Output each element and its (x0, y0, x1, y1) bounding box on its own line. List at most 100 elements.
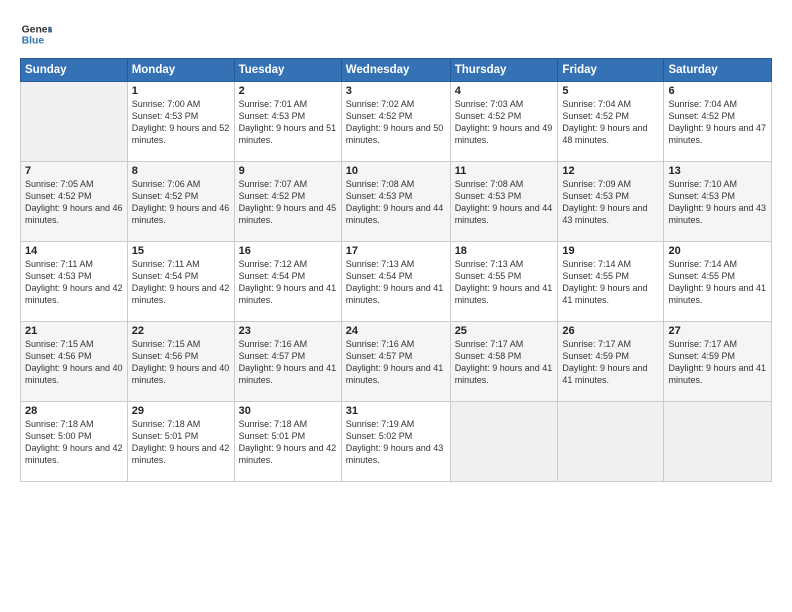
day-number: 9 (239, 165, 337, 177)
calendar-cell: 26Sunrise: 7:17 AMSunset: 4:59 PMDayligh… (558, 322, 664, 402)
calendar-cell: 2Sunrise: 7:01 AMSunset: 4:53 PMDaylight… (234, 82, 341, 162)
header: General Blue (20, 18, 772, 50)
day-info: Sunrise: 7:15 AMSunset: 4:56 PMDaylight:… (132, 338, 230, 387)
calendar-cell: 19Sunrise: 7:14 AMSunset: 4:55 PMDayligh… (558, 242, 664, 322)
calendar-week-row: 21Sunrise: 7:15 AMSunset: 4:56 PMDayligh… (21, 322, 772, 402)
calendar-cell: 5Sunrise: 7:04 AMSunset: 4:52 PMDaylight… (558, 82, 664, 162)
day-info: Sunrise: 7:17 AMSunset: 4:59 PMDaylight:… (668, 338, 767, 387)
calendar-cell: 13Sunrise: 7:10 AMSunset: 4:53 PMDayligh… (664, 162, 772, 242)
day-number: 8 (132, 165, 230, 177)
calendar-cell: 31Sunrise: 7:19 AMSunset: 5:02 PMDayligh… (341, 402, 450, 482)
day-info: Sunrise: 7:08 AMSunset: 4:53 PMDaylight:… (346, 178, 446, 227)
calendar-cell: 3Sunrise: 7:02 AMSunset: 4:52 PMDaylight… (341, 82, 450, 162)
day-number: 12 (562, 165, 659, 177)
calendar-cell: 12Sunrise: 7:09 AMSunset: 4:53 PMDayligh… (558, 162, 664, 242)
day-info: Sunrise: 7:17 AMSunset: 4:59 PMDaylight:… (562, 338, 659, 387)
weekday-header: Monday (127, 59, 234, 82)
day-info: Sunrise: 7:02 AMSunset: 4:52 PMDaylight:… (346, 98, 446, 147)
day-number: 27 (668, 325, 767, 337)
day-info: Sunrise: 7:11 AMSunset: 4:53 PMDaylight:… (25, 258, 123, 307)
calendar-cell: 15Sunrise: 7:11 AMSunset: 4:54 PMDayligh… (127, 242, 234, 322)
day-info: Sunrise: 7:18 AMSunset: 5:01 PMDaylight:… (132, 418, 230, 467)
day-number: 2 (239, 85, 337, 97)
calendar-cell: 22Sunrise: 7:15 AMSunset: 4:56 PMDayligh… (127, 322, 234, 402)
calendar-cell: 18Sunrise: 7:13 AMSunset: 4:55 PMDayligh… (450, 242, 558, 322)
calendar-cell: 24Sunrise: 7:16 AMSunset: 4:57 PMDayligh… (341, 322, 450, 402)
svg-text:General: General (22, 24, 52, 35)
day-number: 29 (132, 405, 230, 417)
weekday-header: Tuesday (234, 59, 341, 82)
day-info: Sunrise: 7:18 AMSunset: 5:00 PMDaylight:… (25, 418, 123, 467)
general-blue-icon: General Blue (20, 18, 52, 50)
calendar-cell: 29Sunrise: 7:18 AMSunset: 5:01 PMDayligh… (127, 402, 234, 482)
day-info: Sunrise: 7:13 AMSunset: 4:54 PMDaylight:… (346, 258, 446, 307)
day-number: 30 (239, 405, 337, 417)
day-info: Sunrise: 7:16 AMSunset: 4:57 PMDaylight:… (346, 338, 446, 387)
weekday-header: Thursday (450, 59, 558, 82)
calendar-cell (450, 402, 558, 482)
day-info: Sunrise: 7:18 AMSunset: 5:01 PMDaylight:… (239, 418, 337, 467)
weekday-header: Saturday (664, 59, 772, 82)
calendar-cell: 30Sunrise: 7:18 AMSunset: 5:01 PMDayligh… (234, 402, 341, 482)
day-number: 3 (346, 85, 446, 97)
calendar-cell: 20Sunrise: 7:14 AMSunset: 4:55 PMDayligh… (664, 242, 772, 322)
day-info: Sunrise: 7:10 AMSunset: 4:53 PMDaylight:… (668, 178, 767, 227)
day-info: Sunrise: 7:06 AMSunset: 4:52 PMDaylight:… (132, 178, 230, 227)
day-number: 17 (346, 245, 446, 257)
calendar-week-row: 7Sunrise: 7:05 AMSunset: 4:52 PMDaylight… (21, 162, 772, 242)
weekday-header-row: SundayMondayTuesdayWednesdayThursdayFrid… (21, 59, 772, 82)
calendar-cell: 16Sunrise: 7:12 AMSunset: 4:54 PMDayligh… (234, 242, 341, 322)
calendar: SundayMondayTuesdayWednesdayThursdayFrid… (20, 58, 772, 482)
day-info: Sunrise: 7:05 AMSunset: 4:52 PMDaylight:… (25, 178, 123, 227)
day-number: 24 (346, 325, 446, 337)
calendar-cell (21, 82, 128, 162)
calendar-week-row: 28Sunrise: 7:18 AMSunset: 5:00 PMDayligh… (21, 402, 772, 482)
page: General Blue SundayMondayTuesdayWednesda… (0, 0, 792, 612)
day-info: Sunrise: 7:04 AMSunset: 4:52 PMDaylight:… (562, 98, 659, 147)
calendar-cell: 28Sunrise: 7:18 AMSunset: 5:00 PMDayligh… (21, 402, 128, 482)
weekday-header: Wednesday (341, 59, 450, 82)
calendar-cell: 7Sunrise: 7:05 AMSunset: 4:52 PMDaylight… (21, 162, 128, 242)
calendar-cell: 23Sunrise: 7:16 AMSunset: 4:57 PMDayligh… (234, 322, 341, 402)
day-number: 15 (132, 245, 230, 257)
day-number: 22 (132, 325, 230, 337)
day-number: 21 (25, 325, 123, 337)
calendar-cell: 14Sunrise: 7:11 AMSunset: 4:53 PMDayligh… (21, 242, 128, 322)
calendar-cell: 6Sunrise: 7:04 AMSunset: 4:52 PMDaylight… (664, 82, 772, 162)
day-info: Sunrise: 7:08 AMSunset: 4:53 PMDaylight:… (455, 178, 554, 227)
day-info: Sunrise: 7:16 AMSunset: 4:57 PMDaylight:… (239, 338, 337, 387)
calendar-cell (558, 402, 664, 482)
day-number: 14 (25, 245, 123, 257)
calendar-week-row: 1Sunrise: 7:00 AMSunset: 4:53 PMDaylight… (21, 82, 772, 162)
day-number: 25 (455, 325, 554, 337)
day-info: Sunrise: 7:00 AMSunset: 4:53 PMDaylight:… (132, 98, 230, 147)
day-info: Sunrise: 7:15 AMSunset: 4:56 PMDaylight:… (25, 338, 123, 387)
day-info: Sunrise: 7:04 AMSunset: 4:52 PMDaylight:… (668, 98, 767, 147)
day-number: 31 (346, 405, 446, 417)
day-number: 16 (239, 245, 337, 257)
day-number: 6 (668, 85, 767, 97)
day-number: 5 (562, 85, 659, 97)
day-number: 26 (562, 325, 659, 337)
svg-text:Blue: Blue (22, 36, 45, 47)
day-number: 13 (668, 165, 767, 177)
calendar-cell (664, 402, 772, 482)
day-info: Sunrise: 7:12 AMSunset: 4:54 PMDaylight:… (239, 258, 337, 307)
day-info: Sunrise: 7:19 AMSunset: 5:02 PMDaylight:… (346, 418, 446, 467)
calendar-cell: 21Sunrise: 7:15 AMSunset: 4:56 PMDayligh… (21, 322, 128, 402)
calendar-cell: 9Sunrise: 7:07 AMSunset: 4:52 PMDaylight… (234, 162, 341, 242)
day-info: Sunrise: 7:17 AMSunset: 4:58 PMDaylight:… (455, 338, 554, 387)
day-number: 18 (455, 245, 554, 257)
calendar-cell: 11Sunrise: 7:08 AMSunset: 4:53 PMDayligh… (450, 162, 558, 242)
calendar-cell: 1Sunrise: 7:00 AMSunset: 4:53 PMDaylight… (127, 82, 234, 162)
day-info: Sunrise: 7:07 AMSunset: 4:52 PMDaylight:… (239, 178, 337, 227)
calendar-week-row: 14Sunrise: 7:11 AMSunset: 4:53 PMDayligh… (21, 242, 772, 322)
day-info: Sunrise: 7:11 AMSunset: 4:54 PMDaylight:… (132, 258, 230, 307)
logo: General Blue (20, 18, 54, 50)
day-number: 11 (455, 165, 554, 177)
calendar-cell: 10Sunrise: 7:08 AMSunset: 4:53 PMDayligh… (341, 162, 450, 242)
calendar-cell: 4Sunrise: 7:03 AMSunset: 4:52 PMDaylight… (450, 82, 558, 162)
day-info: Sunrise: 7:14 AMSunset: 4:55 PMDaylight:… (668, 258, 767, 307)
day-number: 20 (668, 245, 767, 257)
day-number: 4 (455, 85, 554, 97)
